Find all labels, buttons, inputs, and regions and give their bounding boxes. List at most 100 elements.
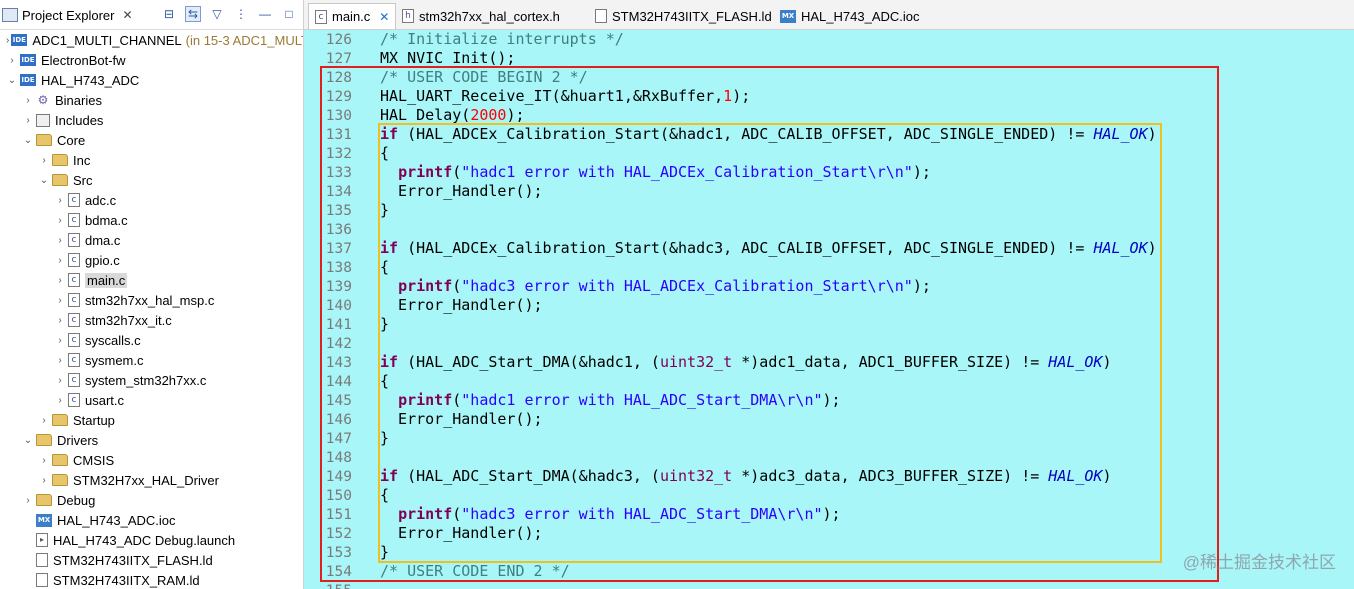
- chevron-right-icon[interactable]: ›: [54, 215, 66, 226]
- filter-icon[interactable]: ▽: [209, 6, 225, 22]
- tree-item[interactable]: › c dma.c: [0, 230, 303, 250]
- code-line[interactable]: 149 if (HAL_ADC_Start_DMA(&hadc3, (uint32…: [304, 467, 1354, 486]
- tree-item[interactable]: › Debug: [0, 490, 303, 510]
- c-file-icon: c: [315, 9, 327, 24]
- code-line[interactable]: 152 Error_Handler();: [304, 524, 1354, 543]
- editor-tab[interactable]: c main.c ✕: [308, 3, 397, 29]
- tree-item[interactable]: › c bdma.c: [0, 210, 303, 230]
- code-line[interactable]: 140 Error_Handler();: [304, 296, 1354, 315]
- chevron-right-icon[interactable]: ›: [22, 495, 34, 506]
- tree-item[interactable]: › c stm32h7xx_it.c: [0, 310, 303, 330]
- code-line[interactable]: 143 if (HAL_ADC_Start_DMA(&hadc1, (uint32…: [304, 353, 1354, 372]
- chevron-right-icon[interactable]: ›: [54, 395, 66, 406]
- code-editor[interactable]: 126 /* Initialize interrupts */ 127 MX_NVIC…: [304, 30, 1354, 589]
- code-line[interactable]: 138 {: [304, 258, 1354, 277]
- close-icon[interactable]: ✕: [379, 10, 389, 24]
- chevron-right-icon[interactable]: ›: [6, 55, 18, 66]
- line-number: 134: [325, 184, 352, 200]
- tree-item[interactable]: › c stm32h7xx_hal_msp.c: [0, 290, 303, 310]
- tree-item[interactable]: › c sysmem.c: [0, 350, 303, 370]
- code-line[interactable]: 145 printf("hadc1 error with HAL_ADC_Sta…: [304, 391, 1354, 410]
- tree-item[interactable]: ⌄ Drivers: [0, 430, 303, 450]
- tree-item[interactable]: › c gpio.c: [0, 250, 303, 270]
- chevron-down-icon[interactable]: ⌄: [38, 175, 50, 186]
- code-line[interactable]: 137 if (HAL_ADCEx_Calibration_Start(&hadc…: [304, 239, 1354, 258]
- code-line[interactable]: 127 MX_NVIC_Init();: [304, 49, 1354, 68]
- tree-item[interactable]: › Startup: [0, 410, 303, 430]
- code-line[interactable]: 151 printf("hadc3 error with HAL_ADC_Sta…: [304, 505, 1354, 524]
- tree-item[interactable]: › c system_stm32h7xx.c: [0, 370, 303, 390]
- tree-item[interactable]: ▸ HAL_H743_ADC Debug.launch: [0, 530, 303, 550]
- tree-item[interactable]: › IDE ElectronBot-fw: [0, 50, 303, 70]
- code-line[interactable]: 146 Error_Handler();: [304, 410, 1354, 429]
- editor-tab[interactable]: MX HAL_H743_ADC.ioc: [774, 3, 926, 29]
- tree-item[interactable]: ⌄ IDE HAL_H743_ADC: [0, 70, 303, 90]
- chevron-right-icon[interactable]: ›: [54, 195, 66, 206]
- tree-item[interactable]: › STM32H7xx_HAL_Driver: [0, 470, 303, 490]
- tree-item[interactable]: STM32H743IITX_RAM.ld: [0, 570, 303, 589]
- view-menu-icon[interactable]: ⋮: [233, 6, 249, 22]
- collapse-all-icon[interactable]: ⊟: [161, 6, 177, 22]
- code-line[interactable]: 129 HAL_UART_Receive_IT(&huart1,&RxBuffer…: [304, 87, 1354, 106]
- chevron-right-icon[interactable]: ›: [54, 375, 66, 386]
- chevron-down-icon[interactable]: ⌄: [22, 135, 34, 146]
- code-line[interactable]: 139 printf("hadc3 error with HAL_ADCEx_C…: [304, 277, 1354, 296]
- editor-tab[interactable]: STM32H743IITX_FLASH.ld: [589, 3, 778, 29]
- tree-item[interactable]: › c syscalls.c: [0, 330, 303, 350]
- chevron-right-icon[interactable]: ›: [22, 115, 34, 126]
- tree-item[interactable]: › c main.c: [0, 270, 303, 290]
- code-line[interactable]: 135}: [304, 201, 1354, 220]
- chevron-right-icon[interactable]: ›: [54, 235, 66, 246]
- code-line[interactable]: 126 /* Initialize interrupts */: [304, 30, 1354, 49]
- code-line[interactable]: 150 {: [304, 486, 1354, 505]
- code-line[interactable]: 131 if (HAL_ADCEx_Calibration_Start(&hadc…: [304, 125, 1354, 144]
- code-line[interactable]: 148: [304, 448, 1354, 467]
- code-line[interactable]: 134 Error_Handler();: [304, 182, 1354, 201]
- chevron-right-icon[interactable]: ›: [54, 315, 66, 326]
- code-line[interactable]: 136: [304, 220, 1354, 239]
- chevron-right-icon[interactable]: ›: [54, 355, 66, 366]
- chevron-right-icon[interactable]: ›: [38, 455, 50, 466]
- chevron-down-icon[interactable]: ⌄: [6, 75, 18, 86]
- maximize-icon[interactable]: □: [281, 6, 297, 22]
- chevron-right-icon[interactable]: ›: [38, 475, 50, 486]
- code-line[interactable]: 142: [304, 334, 1354, 353]
- close-icon[interactable]: ✕: [122, 8, 132, 22]
- editor-tab[interactable]: h stm32h7xx_hal_cortex.h: [396, 3, 566, 29]
- code-text: {: [380, 486, 390, 504]
- chevron-right-icon[interactable]: ›: [6, 35, 9, 46]
- tree-item[interactable]: › CMSIS: [0, 450, 303, 470]
- code-line[interactable]: 147}: [304, 429, 1354, 448]
- chevron-right-icon[interactable]: ›: [54, 295, 66, 306]
- project-explorer-tab[interactable]: Project Explorer ✕: [2, 4, 133, 26]
- code-line[interactable]: 133 printf("hadc1 error with HAL_ADCEx_C…: [304, 163, 1354, 182]
- tree-item[interactable]: › Inc: [0, 150, 303, 170]
- code-line[interactable]: 154 /* USER CODE END 2 */: [304, 562, 1354, 581]
- chevron-right-icon[interactable]: ›: [54, 335, 66, 346]
- chevron-down-icon[interactable]: ⌄: [22, 435, 34, 446]
- chevron-right-icon[interactable]: ›: [38, 415, 50, 426]
- link-with-editor-icon[interactable]: ⇆: [185, 6, 201, 22]
- chevron-right-icon[interactable]: ›: [54, 255, 66, 266]
- code-line[interactable]: 130 HAL_Delay(2000);: [304, 106, 1354, 125]
- tree-item[interactable]: › ⚙ Binaries: [0, 90, 303, 110]
- tree-item[interactable]: STM32H743IITX_FLASH.ld: [0, 550, 303, 570]
- code-line[interactable]: 128 /* USER CODE BEGIN 2 */: [304, 68, 1354, 87]
- code-line[interactable]: 153}: [304, 543, 1354, 562]
- code-line[interactable]: 144 {: [304, 372, 1354, 391]
- code-line[interactable]: 155: [304, 581, 1354, 589]
- tree-item[interactable]: MX HAL_H743_ADC.ioc: [0, 510, 303, 530]
- tree-item[interactable]: › c adc.c: [0, 190, 303, 210]
- tree-item[interactable]: › c usart.c: [0, 390, 303, 410]
- tree-item[interactable]: › Includes: [0, 110, 303, 130]
- minimize-icon[interactable]: —: [257, 6, 273, 22]
- tree-item[interactable]: ⌄ Src: [0, 170, 303, 190]
- chevron-right-icon[interactable]: ›: [38, 155, 50, 166]
- chevron-right-icon[interactable]: ›: [54, 275, 66, 286]
- tree-item[interactable]: ⌄ Core: [0, 130, 303, 150]
- code-line[interactable]: 132 {: [304, 144, 1354, 163]
- tree-item-label: Includes: [55, 112, 104, 128]
- tree-item[interactable]: › IDE ADC1_MULTI_CHANNEL (in 15-3 ADC1_MULT…: [0, 30, 303, 50]
- code-line[interactable]: 141}: [304, 315, 1354, 334]
- chevron-right-icon[interactable]: ›: [22, 95, 34, 106]
